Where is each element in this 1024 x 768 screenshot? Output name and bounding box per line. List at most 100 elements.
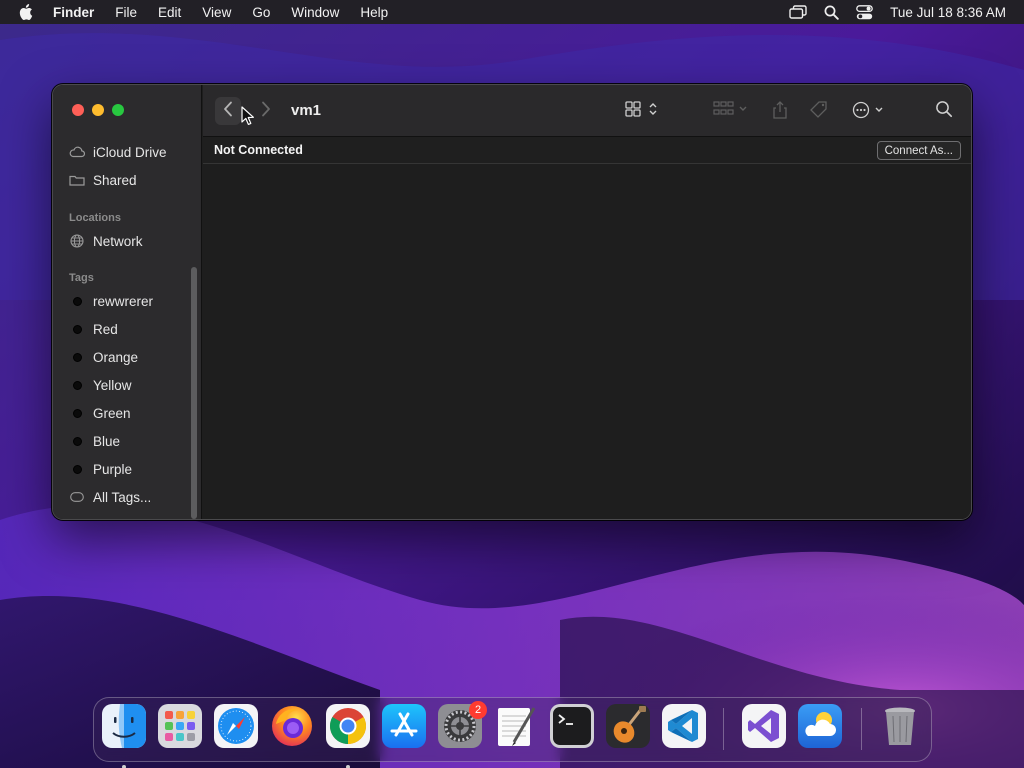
- garageband-guitar-icon: [606, 703, 650, 753]
- sidebar-tag-red[interactable]: Red: [69, 318, 189, 340]
- sidebar-item-label: Purple: [93, 461, 133, 477]
- search-icon[interactable]: [935, 100, 953, 118]
- chevron-left-icon: [223, 101, 233, 122]
- sidebar-scrollbar[interactable]: [191, 267, 197, 519]
- cloud-icon: [69, 146, 85, 158]
- file-list-area[interactable]: [203, 165, 971, 519]
- tag-dot-icon: [72, 352, 82, 362]
- sidebar-item-label: Network: [93, 233, 143, 249]
- sidebar-item-label: Red: [93, 321, 118, 337]
- sidebar-item-label: Blue: [93, 433, 121, 449]
- textedit-icon: [494, 704, 538, 753]
- mouse-pointer-icon: [241, 106, 255, 131]
- menu-edit[interactable]: Edit: [158, 5, 181, 20]
- dock-garageband[interactable]: [606, 703, 650, 753]
- trash-icon: [878, 704, 922, 753]
- sidebar-tag-rewwrerer[interactable]: rewwrerer: [69, 290, 189, 312]
- back-button[interactable]: [215, 97, 241, 125]
- finder-window: iCloud Drive Shared Locations Network Ta…: [52, 84, 972, 520]
- connection-status-bar: Not Connected Connect As...: [203, 137, 971, 164]
- sidebar-tag-purple[interactable]: Purple: [69, 458, 189, 480]
- sidebar-item-label: iCloud Drive: [93, 144, 167, 160]
- sidebar-item-shared[interactable]: Shared: [69, 169, 189, 191]
- more-actions-icon-button[interactable]: [851, 100, 887, 120]
- sidebar-section-locations: Locations: [69, 212, 121, 224]
- group-by-icon-button[interactable]: [713, 100, 749, 118]
- dock-safari[interactable]: [214, 703, 258, 753]
- vscode-icon: [662, 703, 706, 753]
- globe-icon: [69, 234, 85, 248]
- tag-dot-icon: [72, 380, 82, 390]
- dock: 2: [93, 697, 932, 768]
- window-title: vm1: [291, 102, 322, 119]
- dock-firefox[interactable]: [270, 704, 314, 753]
- tag-dot-icon: [72, 436, 82, 446]
- menu-bar-clock[interactable]: Tue Jul 18 8:36 AM: [890, 5, 1006, 20]
- menu-go[interactable]: Go: [252, 5, 270, 20]
- dock-visual-studio-code[interactable]: [662, 703, 706, 753]
- finder-toolbar: vm1: [203, 85, 971, 137]
- apple-menu-icon[interactable]: [19, 4, 35, 20]
- menu-file[interactable]: File: [115, 5, 137, 20]
- visual-studio-icon: [742, 703, 786, 753]
- sidebar-item-label: Shared: [93, 172, 137, 188]
- dock-weather[interactable]: [798, 703, 842, 753]
- sidebar-item-label: All Tags...: [93, 489, 152, 505]
- dock-terminal[interactable]: [550, 703, 594, 753]
- dock-textedit[interactable]: [494, 706, 538, 750]
- weather-icon: [798, 703, 842, 753]
- sidebar-tag-blue[interactable]: Blue: [69, 430, 189, 452]
- menu-view[interactable]: View: [202, 5, 231, 20]
- connection-status-text: Not Connected: [214, 143, 303, 157]
- terminal-icon: [550, 703, 594, 753]
- tag-icon[interactable]: [809, 100, 829, 120]
- menu-window[interactable]: Window: [291, 5, 339, 20]
- dock-trash[interactable]: [878, 706, 922, 750]
- tag-dot-icon: [72, 324, 82, 334]
- sidebar-item-all-tags[interactable]: All Tags...: [69, 486, 189, 508]
- screen-mirroring-icon[interactable]: [789, 5, 807, 19]
- sidebar-item-label: Yellow: [93, 377, 132, 393]
- dock-visual-studio[interactable]: [742, 703, 786, 753]
- sidebar-item-icloud-drive[interactable]: iCloud Drive: [69, 141, 189, 163]
- sidebar-item-network[interactable]: Network: [69, 230, 189, 252]
- sidebar-item-label: Orange: [93, 349, 139, 365]
- sidebar-item-label: Green: [93, 405, 131, 421]
- dock-google-chrome[interactable]: [326, 703, 370, 768]
- dock-finder[interactable]: [102, 703, 146, 768]
- dock-system-settings[interactable]: 2: [438, 701, 487, 750]
- zoom-window-button[interactable]: [112, 104, 124, 116]
- menu-help[interactable]: Help: [360, 5, 388, 20]
- notification-badge: 2: [469, 701, 487, 719]
- chevron-right-icon: [261, 101, 271, 122]
- dock-separator: [723, 708, 724, 750]
- view-mode-icon-button[interactable]: [625, 100, 661, 118]
- window-controls: [72, 104, 132, 116]
- sidebar-tag-yellow[interactable]: Yellow: [69, 374, 189, 396]
- finder-sidebar: iCloud Drive Shared Locations Network Ta…: [53, 85, 202, 519]
- firefox-icon: [270, 704, 314, 753]
- safari-icon: [214, 703, 258, 753]
- sidebar-section-tags: Tags: [69, 272, 94, 284]
- menu-bar: Finder File Edit View Go Window Help Tue…: [0, 0, 1024, 24]
- tag-dot-icon: [72, 464, 82, 474]
- dock-launchpad[interactable]: [158, 703, 202, 753]
- spotlight-search-icon[interactable]: [824, 5, 839, 20]
- close-window-button[interactable]: [72, 104, 84, 116]
- minimize-window-button[interactable]: [92, 104, 104, 116]
- app-store-icon: [382, 703, 426, 753]
- launchpad-icon: [158, 703, 202, 753]
- forward-button[interactable]: [253, 97, 279, 125]
- share-icon[interactable]: [771, 100, 789, 120]
- sidebar-tag-orange[interactable]: Orange: [69, 346, 189, 368]
- chrome-icon: [326, 703, 370, 753]
- menu-app-name[interactable]: Finder: [53, 5, 94, 20]
- tag-dot-icon: [72, 408, 82, 418]
- connect-as-button[interactable]: Connect As...: [876, 141, 961, 160]
- sidebar-tag-green[interactable]: Green: [69, 402, 189, 424]
- dock-app-store[interactable]: [382, 703, 426, 753]
- tag-dot-icon: [72, 296, 82, 306]
- finder-icon: [102, 703, 146, 753]
- control-center-icon[interactable]: [856, 4, 874, 20]
- sidebar-item-label: rewwrerer: [93, 293, 154, 309]
